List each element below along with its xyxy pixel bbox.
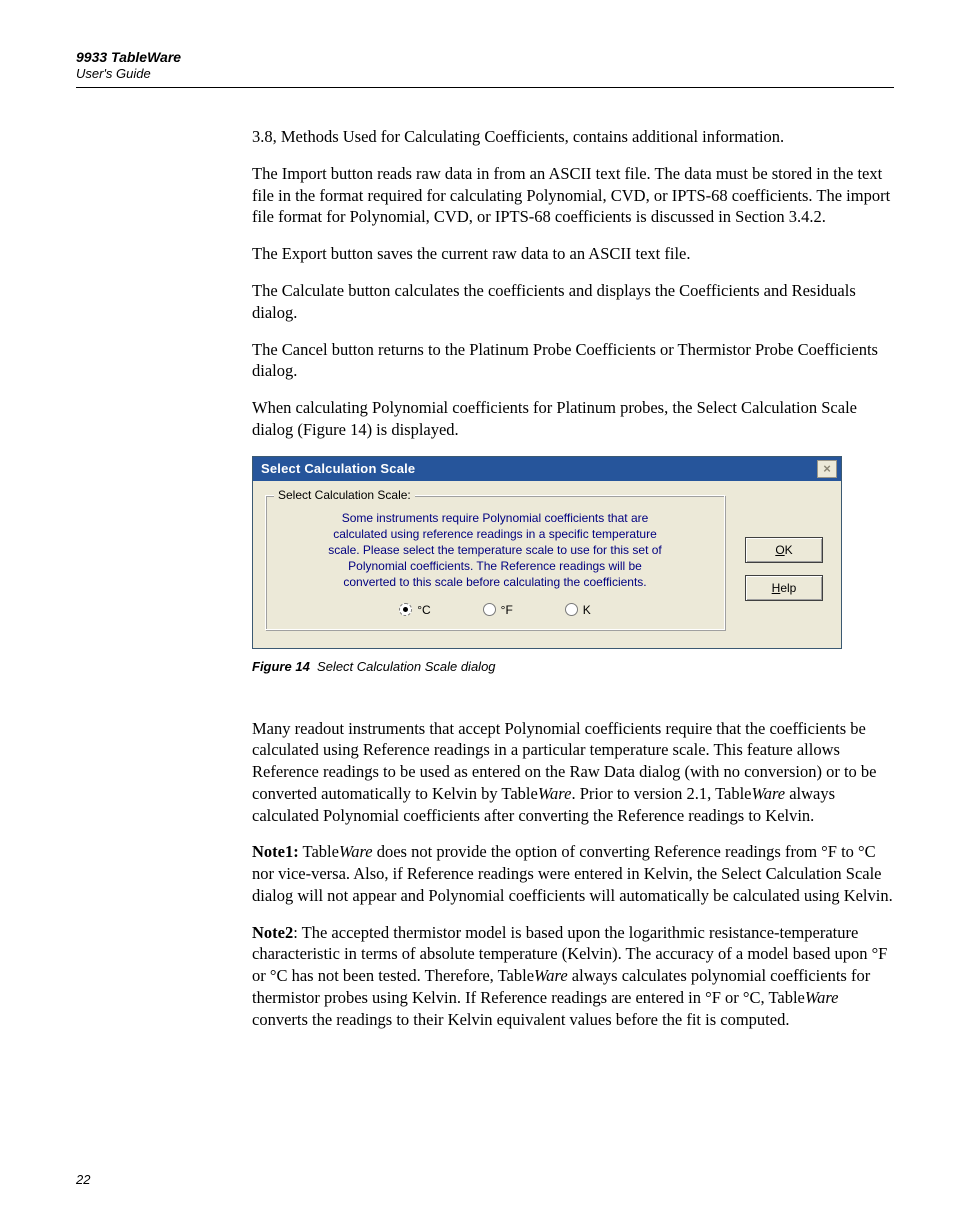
select-calculation-scale-dialog: Select Calculation Scale × Select Calcul… — [252, 456, 842, 649]
figure-caption: Figure 14 Select Calculation Scale dialo… — [252, 659, 894, 674]
note-text: Note1: TableWare does not provide the op… — [252, 841, 894, 906]
radio-fahrenheit[interactable]: °F — [483, 603, 513, 617]
dialog-title: Select Calculation Scale — [261, 457, 415, 481]
help-button[interactable]: Help — [745, 575, 823, 601]
page-number: 22 — [76, 1172, 90, 1187]
dialog-instruction: Some instruments require Polynomial coef… — [280, 510, 710, 591]
fieldset-legend: Select Calculation Scale: — [274, 488, 415, 502]
body-text: The Calculate button calculates the coef… — [252, 280, 894, 324]
radio-icon — [399, 603, 412, 616]
close-button[interactable]: × — [817, 460, 837, 478]
body-text: The Import button reads raw data in from… — [252, 163, 894, 228]
dialog-titlebar: Select Calculation Scale × — [253, 457, 841, 481]
radio-label: °F — [501, 603, 513, 617]
close-icon: × — [823, 462, 831, 475]
scale-fieldset: Select Calculation Scale: Some instrumen… — [265, 495, 725, 630]
radio-kelvin[interactable]: K — [565, 603, 591, 617]
body-text: The Export button saves the current raw … — [252, 243, 894, 265]
ok-button[interactable]: OK — [745, 537, 823, 563]
body-text: 3.8, Methods Used for Calculating Coeffi… — [252, 126, 894, 148]
radio-label: °C — [417, 603, 430, 617]
note-text: Note2: The accepted thermistor model is … — [252, 922, 894, 1031]
body-text: When calculating Polynomial coefficients… — [252, 397, 894, 441]
radio-celsius[interactable]: °C — [399, 603, 430, 617]
radio-icon — [565, 603, 578, 616]
body-text: Many readout instruments that accept Pol… — [252, 718, 894, 827]
page-header: 9933 TableWare User's Guide — [76, 48, 894, 88]
doc-subtitle: User's Guide — [76, 66, 894, 81]
doc-title: 9933 TableWare — [76, 48, 894, 66]
radio-label: K — [583, 603, 591, 617]
body-text: The Cancel button returns to the Platinu… — [252, 339, 894, 383]
radio-group: °C °F K — [280, 603, 710, 617]
radio-icon — [483, 603, 496, 616]
